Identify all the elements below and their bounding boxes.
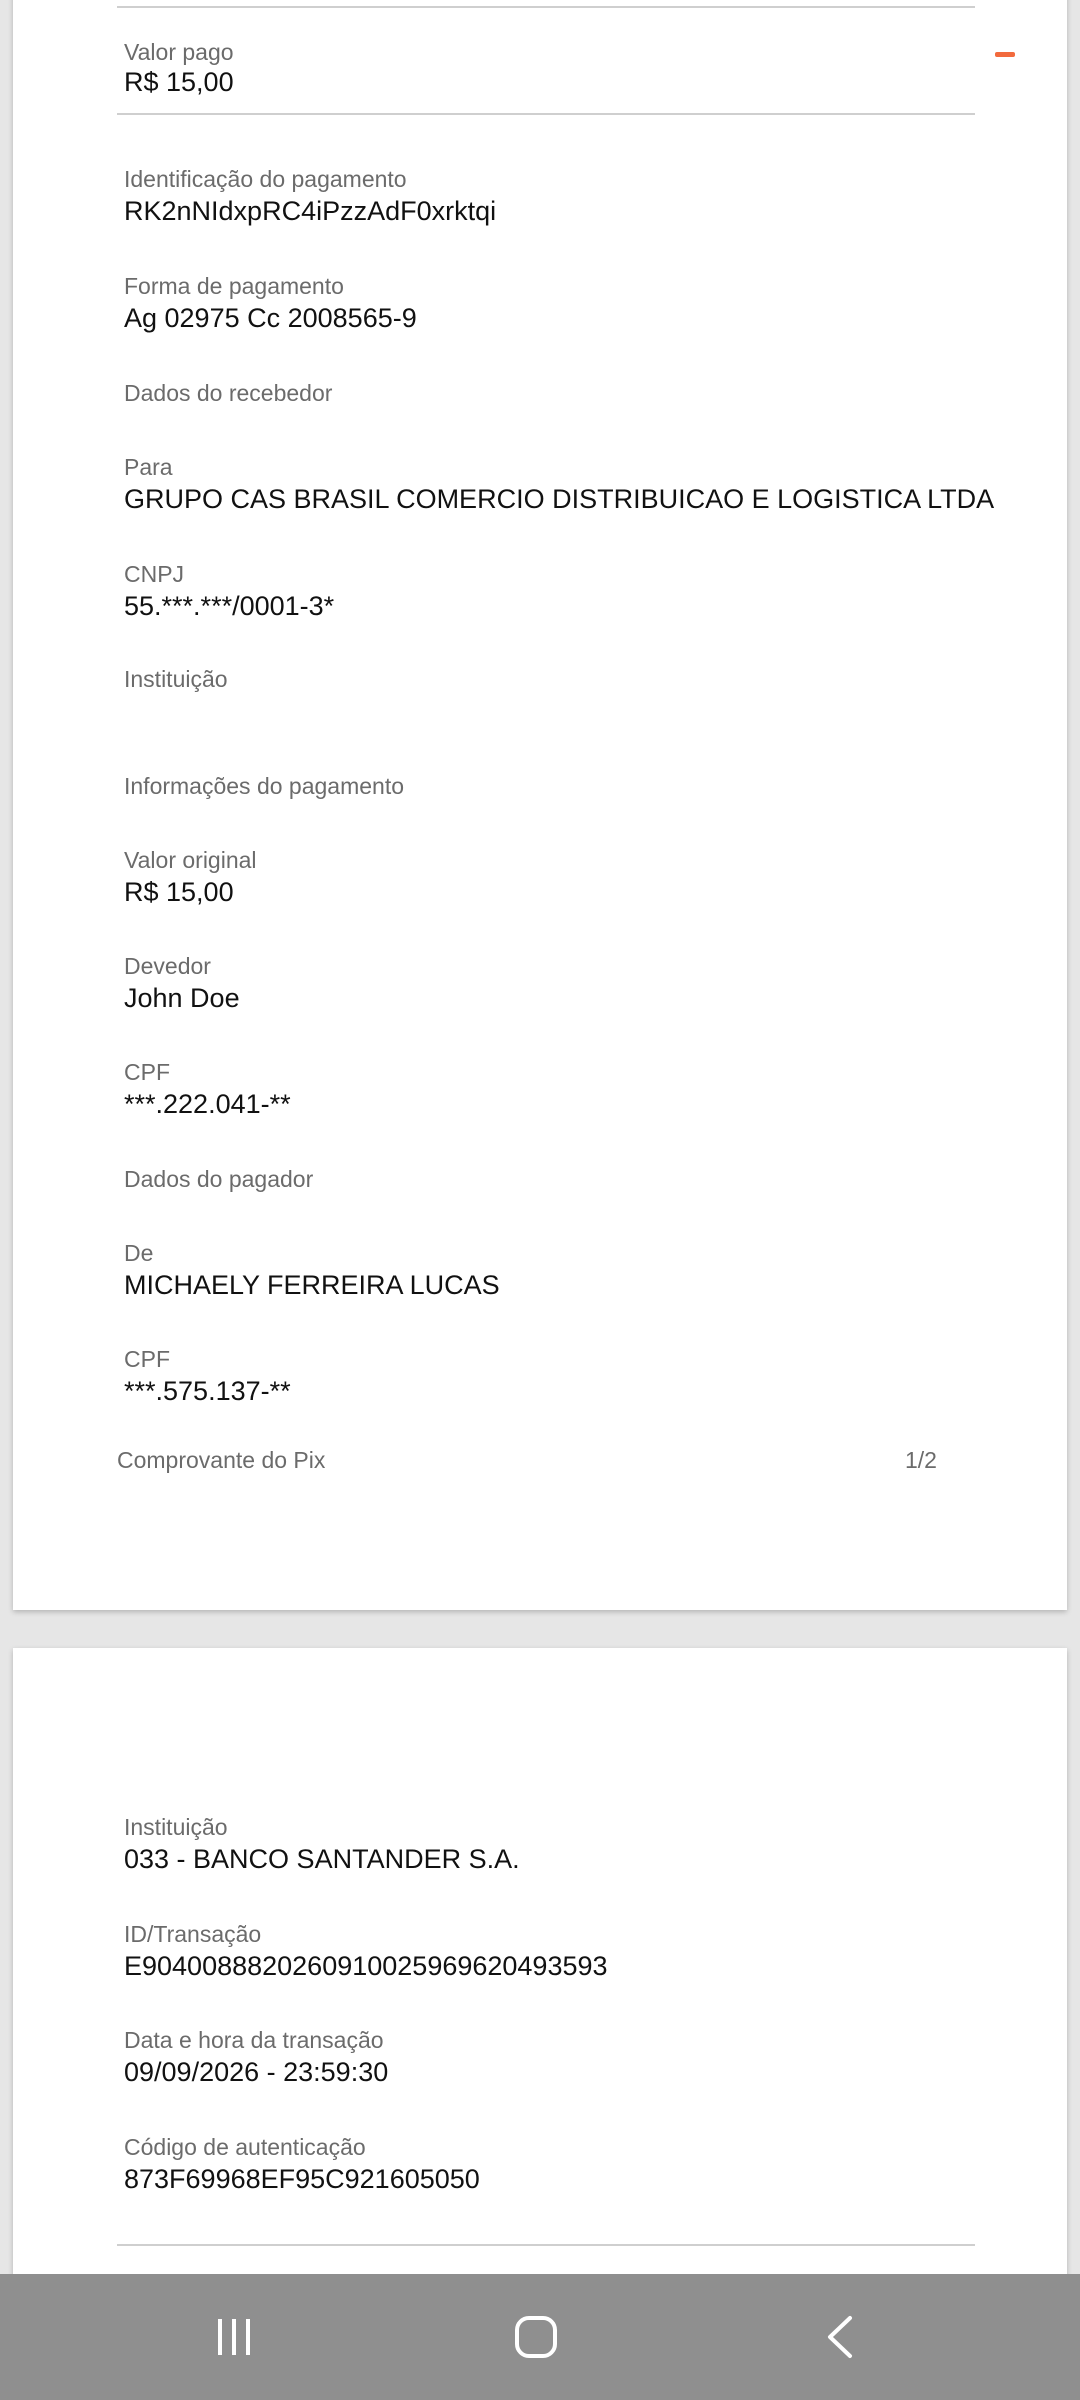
institution-field: Instituição 033 - BANCO SANTANDER S.A. <box>124 1813 520 1875</box>
payer-cpf-value: ***.575.137-** <box>124 1376 291 1406</box>
payment-info-section-title: Informações do pagamento <box>124 773 405 799</box>
payment-id-value: RK2nNIdxpRC4iPzzAdF0xrktqi <box>124 196 497 226</box>
payment-method-label: Forma de pagamento <box>124 273 344 299</box>
debtor-field: Devedor John Doe <box>124 952 240 1014</box>
receiver-name-label: Para <box>124 454 173 480</box>
debtor-cpf-field: CPF ***.222.041-** <box>124 1058 291 1120</box>
institution-label: Instituição <box>124 1814 228 1840</box>
payment-id-label: Identificação do pagamento <box>124 166 407 192</box>
divider <box>117 113 975 115</box>
debtor-cpf-label: CPF <box>124 1059 170 1085</box>
transaction-id-label: ID/Transação <box>124 1921 262 1947</box>
cnpj-value: 55.***.***/0001-3* <box>124 591 335 621</box>
back-icon <box>828 2316 852 2358</box>
system-navigation-bar <box>0 2274 1080 2400</box>
auth-code-value: 873F69968EF95C921605050 <box>124 2164 480 2194</box>
payer-cpf-field: CPF ***.575.137-** <box>124 1345 291 1407</box>
paid-amount-label: Valor pago <box>124 39 234 65</box>
recents-icon <box>218 2319 250 2355</box>
payer-section-title: Dados do pagador <box>124 1166 314 1192</box>
debtor-label: Devedor <box>124 953 211 979</box>
transaction-datetime-field: Data e hora da transação 09/09/2026 - 23… <box>124 2026 388 2088</box>
divider <box>117 2244 975 2246</box>
transaction-id-value: E90400888202609100259696204935​93 <box>124 1951 608 1981</box>
collapse-mark-icon[interactable] <box>995 52 1015 57</box>
document-page-1: Valor pago R$ 15,00 Identificação do pag… <box>13 0 1067 1610</box>
auth-code-field: Código de autenticação 873F69968EF95C921… <box>124 2133 480 2195</box>
payment-id-field: Identificação do pagamento RK2nNIdxpRC4i… <box>124 165 496 227</box>
receiver-name-field: Para GRUPO CAS BRASIL COMERCIO DISTRIBUI… <box>124 453 994 515</box>
debtor-cpf-value: ***.222.041-** <box>124 1089 291 1119</box>
recents-button[interactable] <box>164 2274 304 2400</box>
pdf-viewer[interactable]: Valor pago R$ 15,00 Identificação do pag… <box>0 0 1080 2400</box>
transaction-id-field: ID/Transação E90400888202609100259696204… <box>124 1920 608 1982</box>
home-icon <box>515 2316 557 2358</box>
cnpj-field: CNPJ 55.***.***/0001-3* <box>124 560 334 622</box>
debtor-value: John Doe <box>124 983 240 1013</box>
transaction-datetime-label: Data e hora da transação <box>124 2027 384 2053</box>
receiver-section-title: Dados do recebedor <box>124 380 333 406</box>
paid-amount-field: Valor pago R$ 15,00 <box>124 38 234 98</box>
back-button[interactable] <box>770 2274 910 2400</box>
page-footer-title: Comprovante do Pix <box>117 1447 326 1473</box>
payment-method-value: Ag 02975 Cc 2008565-9 <box>124 303 417 333</box>
institution-value: 033 - BANCO SANTANDER S.A. <box>124 1844 520 1874</box>
auth-code-label: Código de autenticação <box>124 2134 366 2160</box>
transaction-datetime-value: 09/09/2026 - 23:59:30 <box>124 2057 389 2087</box>
original-amount-label: Valor original <box>124 847 257 873</box>
paid-amount-value: R$ 15,00 <box>124 67 234 97</box>
cnpj-label: CNPJ <box>124 561 185 587</box>
original-amount-field: Valor original R$ 15,00 <box>124 846 257 908</box>
payment-method-field: Forma de pagamento Ag 02975 Cc 2008565-9 <box>124 272 417 334</box>
payer-name-label: De <box>124 1240 154 1266</box>
institution-label: Instituição <box>124 666 228 692</box>
payer-name-value: MICHAELY FERREIRA LUCAS <box>124 1270 500 1300</box>
divider <box>117 6 975 8</box>
receiver-name-value: GRUPO CAS BRASIL COMERCIO DISTRIBUICAO E… <box>124 484 995 514</box>
payer-name-field: De MICHAELY FERREIRA LUCAS <box>124 1239 500 1301</box>
home-button[interactable] <box>466 2274 606 2400</box>
page-number: 1/2 <box>905 1447 937 1473</box>
payer-cpf-label: CPF <box>124 1346 170 1372</box>
original-amount-value: R$ 15,00 <box>124 877 234 907</box>
